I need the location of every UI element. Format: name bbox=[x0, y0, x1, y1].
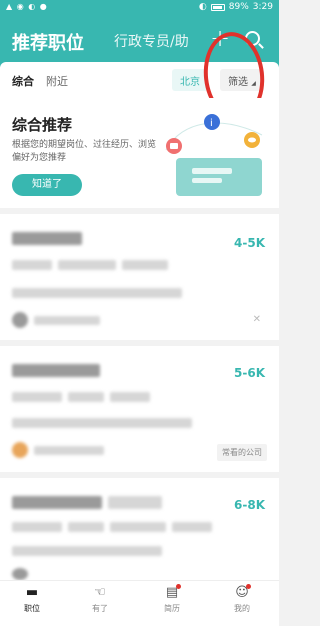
job-title-blurred bbox=[108, 496, 162, 509]
wifi-icon: ◐ bbox=[198, 2, 207, 12]
avatar bbox=[12, 312, 28, 328]
nav-label: 有了 bbox=[92, 604, 108, 613]
close-icon[interactable]: ✕ bbox=[253, 314, 261, 325]
job-tag-blurred bbox=[12, 392, 62, 402]
got-it-button[interactable]: 知道了 bbox=[12, 174, 82, 196]
nav-label: 简历 bbox=[164, 604, 180, 613]
tab-intention[interactable]: 行政专员/助 bbox=[114, 31, 198, 51]
job-tag-blurred bbox=[68, 522, 104, 532]
job-salary: 5-6K bbox=[234, 366, 265, 380]
recommend-description: 根据您的期望岗位、过往经历、浏览偏好为您推荐 bbox=[12, 140, 157, 163]
status-bar: ▲ ◉ ◐ ● ◐ 89% 3:29 bbox=[0, 0, 279, 16]
frequent-company-badge: 常看的公司 bbox=[217, 444, 267, 461]
company-blurred bbox=[12, 418, 192, 428]
notification-dot bbox=[176, 584, 181, 589]
nav-label: 我的 bbox=[234, 604, 250, 613]
nav-item-jobs[interactable]: ▬ 职位 bbox=[12, 585, 52, 614]
job-tag-blurred bbox=[110, 392, 150, 402]
job-tag-blurred bbox=[12, 260, 52, 270]
job-card[interactable]: 5-6K 常看的公司 bbox=[0, 346, 279, 472]
company-blurred bbox=[12, 546, 162, 556]
recommend-title: 综合推荐 bbox=[12, 116, 73, 134]
job-title-blurred bbox=[12, 232, 82, 245]
nav-item-resume[interactable]: ▤ 简历 bbox=[152, 585, 192, 614]
job-tag-blurred bbox=[68, 392, 104, 402]
company-blurred bbox=[12, 288, 182, 298]
job-tag-blurred bbox=[122, 260, 168, 270]
hand-icon: ☜ bbox=[94, 585, 106, 600]
job-card[interactable]: 6-8K bbox=[0, 478, 279, 580]
page-title[interactable]: 推荐职位 bbox=[12, 29, 84, 55]
recruiter-blurred bbox=[34, 316, 100, 325]
job-salary: 6-8K bbox=[234, 498, 265, 512]
clock: 3:29 bbox=[252, 2, 273, 12]
battery-percent: 89% bbox=[228, 2, 249, 12]
nav-item-discover[interactable]: ☜ 有了 bbox=[80, 585, 120, 614]
svg-text:i: i bbox=[210, 118, 213, 129]
recommend-card: 综合推荐 根据您的期望岗位、过往经历、浏览偏好为您推荐 知道了 i bbox=[0, 98, 279, 208]
job-tag-blurred bbox=[12, 522, 62, 532]
avatar bbox=[12, 442, 28, 458]
screen-shape bbox=[176, 158, 262, 196]
tab-comprehensive[interactable]: 综合 bbox=[12, 73, 34, 89]
status-icons: ▲ ◉ ◐ ● bbox=[6, 2, 48, 11]
job-tag-blurred bbox=[58, 260, 116, 270]
briefcase-icon: ▬ bbox=[25, 585, 39, 600]
battery-icon bbox=[210, 3, 225, 11]
avatar bbox=[12, 568, 28, 580]
status-right: ◐ 89% 3:29 bbox=[199, 2, 273, 12]
job-title-blurred bbox=[12, 496, 102, 509]
tab-nearby[interactable]: 附近 bbox=[46, 73, 68, 89]
bottom-nav: ▬ 职位 ☜ 有了 ▤ 简历 ☺ 我的 bbox=[0, 580, 279, 626]
job-card[interactable]: 4-5K ✕ bbox=[0, 214, 279, 340]
job-salary: 4-5K bbox=[234, 236, 265, 250]
city-selector[interactable]: 北京 bbox=[172, 69, 208, 91]
job-title-blurred bbox=[12, 364, 100, 377]
nav-item-me[interactable]: ☺ 我的 bbox=[222, 585, 262, 614]
recommend-illustration: i bbox=[165, 114, 263, 196]
job-tag-blurred bbox=[172, 522, 212, 532]
nav-label: 职位 bbox=[24, 604, 40, 613]
recruiter-blurred bbox=[34, 446, 104, 455]
notification-dot bbox=[246, 584, 251, 589]
job-tag-blurred bbox=[110, 522, 166, 532]
